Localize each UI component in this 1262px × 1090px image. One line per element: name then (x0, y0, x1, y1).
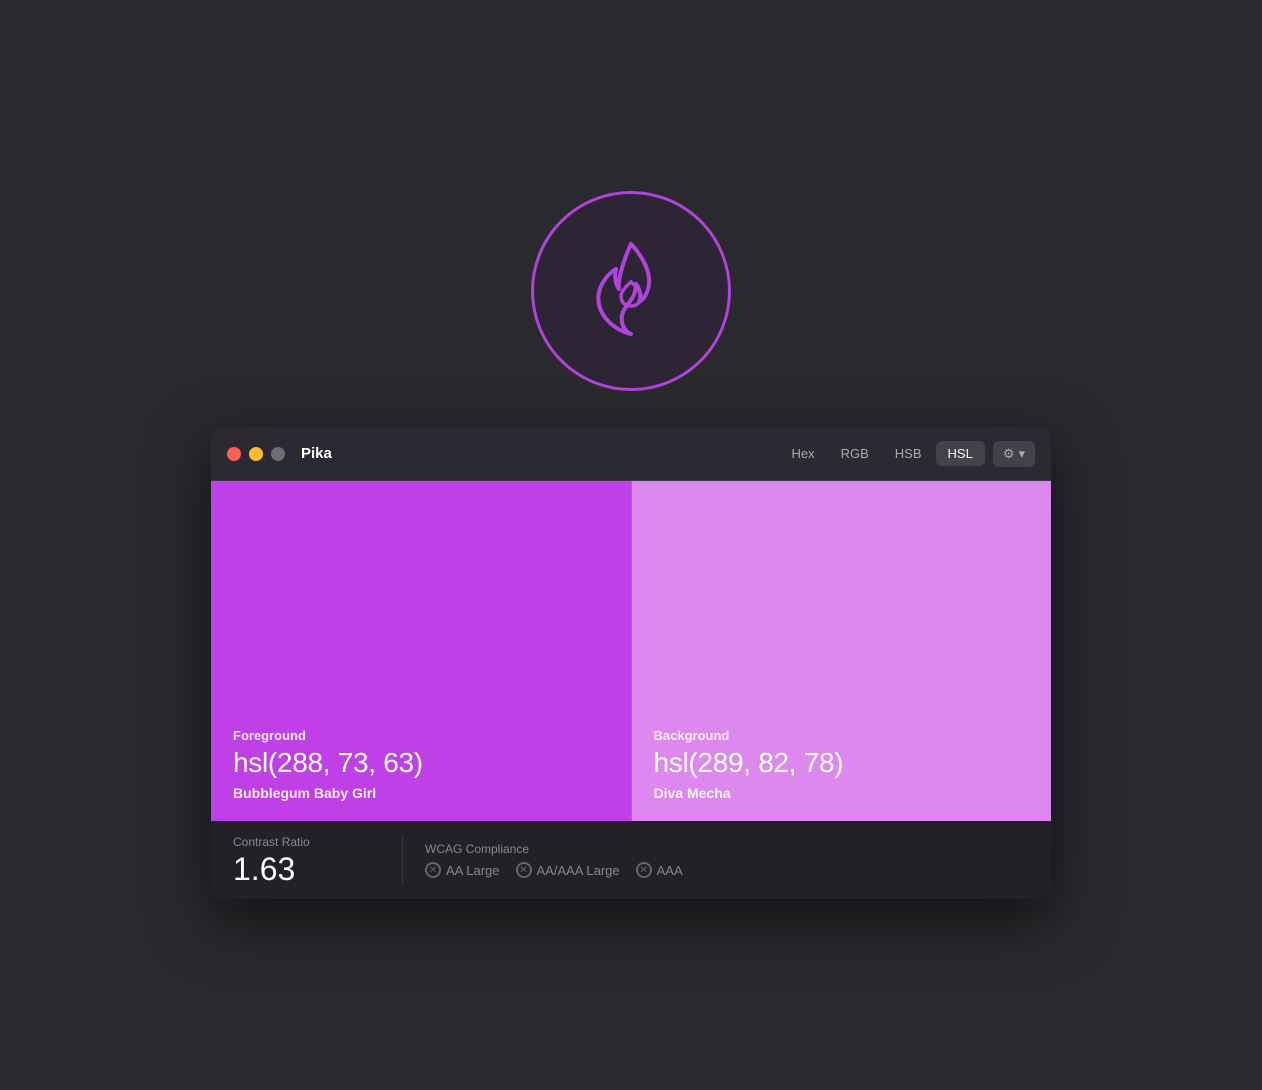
format-tabs: Hex RGB HSB HSL (779, 441, 984, 466)
wcag-badge-aa-large: ✕ AA Large (425, 862, 500, 878)
wcag-aa-aaa-large-label: AA/AAA Large (537, 863, 620, 878)
settings-button[interactable]: ⚙ ▾ (993, 441, 1035, 467)
app-icon-circle (531, 191, 731, 391)
traffic-lights (227, 447, 285, 461)
contrast-value: 1.63 (233, 853, 380, 885)
titlebar: Pika Hex RGB HSB HSL ⚙ ▾ (211, 427, 1051, 481)
minimize-button[interactable] (249, 447, 263, 461)
flame-icon (581, 234, 681, 349)
bottom-bar: Contrast Ratio 1.63 WCAG Compliance ✕ AA… (211, 821, 1051, 899)
wcag-fail-aaa-icon: ✕ (636, 862, 652, 878)
tab-hex[interactable]: Hex (779, 441, 826, 466)
contrast-label: Contrast Ratio (233, 835, 380, 849)
wcag-fail-aa-large-icon: ✕ (425, 862, 441, 878)
foreground-label: Foreground (233, 728, 609, 743)
wcag-label: WCAG Compliance (425, 842, 683, 856)
background-color-name: Diva Mecha (654, 785, 1030, 801)
wcag-aaa-label: AAA (657, 863, 683, 878)
contrast-section: Contrast Ratio 1.63 (233, 835, 403, 885)
wcag-badge-aaa: ✕ AAA (636, 862, 683, 878)
foreground-panel[interactable]: Foreground hsl(288, 73, 63) Bubblegum Ba… (211, 481, 632, 821)
color-panels: Foreground hsl(288, 73, 63) Bubblegum Ba… (211, 481, 1051, 821)
gear-icon: ⚙ (1003, 446, 1015, 462)
wcag-fail-aa-aaa-large-icon: ✕ (516, 862, 532, 878)
window-title: Pika (301, 445, 779, 462)
close-button[interactable] (227, 447, 241, 461)
wcag-badges: ✕ AA Large ✕ AA/AAA Large ✕ AAA (425, 862, 683, 878)
tab-hsb[interactable]: HSB (883, 441, 934, 466)
foreground-value: hsl(288, 73, 63) (233, 747, 609, 779)
chevron-down-icon: ▾ (1018, 446, 1025, 462)
wcag-section: WCAG Compliance ✕ AA Large ✕ AA/AAA Larg… (425, 842, 683, 878)
wcag-badge-aa-aaa-large: ✕ AA/AAA Large (516, 862, 620, 878)
background-value: hsl(289, 82, 78) (654, 747, 1030, 779)
tab-rgb[interactable]: RGB (829, 441, 881, 466)
tab-hsl[interactable]: HSL (936, 441, 985, 466)
background-panel[interactable]: Background hsl(289, 82, 78) Diva Mecha (632, 481, 1052, 821)
fullscreen-button[interactable] (271, 447, 285, 461)
app-icon-container (531, 191, 731, 391)
background-label: Background (654, 728, 1030, 743)
main-window: Pika Hex RGB HSB HSL ⚙ ▾ Foreground hsl(… (211, 427, 1051, 899)
foreground-color-name: Bubblegum Baby Girl (233, 785, 609, 801)
wcag-aa-large-label: AA Large (446, 863, 500, 878)
